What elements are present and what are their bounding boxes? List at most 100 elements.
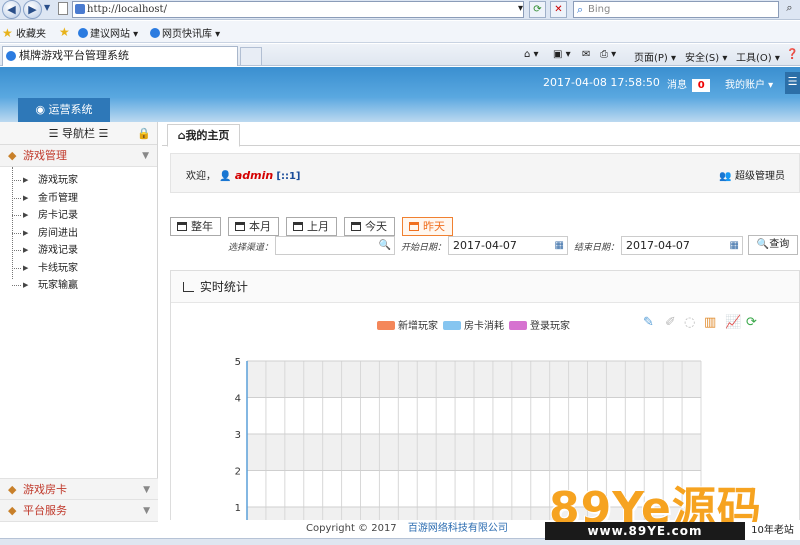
fav-link-suggested[interactable]: 建议网站 ▾ <box>78 25 138 40</box>
ie-icon <box>78 28 88 38</box>
calendar-icon: ▦ <box>554 240 564 251</box>
page-menu[interactable]: 页面(P) ▾ <box>634 49 676 64</box>
sidebar-item-win-loss[interactable]: ▶ 玩家输赢 <box>0 277 157 295</box>
start-date-input[interactable]: 2017-04-07 ▦ <box>448 236 568 255</box>
chevron-down-icon: ▼ <box>143 506 150 516</box>
datetime: 2017-04-08 17:58:50 <box>543 76 660 89</box>
range-today-button[interactable]: 今天 <box>344 217 395 236</box>
messages-button[interactable]: 消息 0 <box>667 76 711 92</box>
range-month-button[interactable]: 本月 <box>228 217 279 236</box>
sidebar-item-players[interactable]: ▶ 游戏玩家 <box>0 172 157 190</box>
caret-right-icon: ▶ <box>23 193 29 202</box>
sidebar-group-platform-services[interactable]: ◆ 平台服务 ▼ <box>0 500 158 522</box>
watermark: 89Ye源码 www.89YE.com 10年老站 <box>545 472 800 545</box>
legend-swatch <box>509 321 527 330</box>
caret-right-icon: ▶ <box>23 263 29 272</box>
range-yesterday-button[interactable]: 昨天 <box>402 217 453 236</box>
range-year-button[interactable]: 整年 <box>170 217 221 236</box>
site-icon <box>75 4 85 14</box>
pencil-icon[interactable]: ✎ <box>643 315 654 330</box>
search-icon: ⌕ <box>577 3 584 16</box>
company-link[interactable]: 百游网络科技有限公司 <box>408 523 508 534</box>
feeds-icon[interactable]: ▣ ▾ <box>553 49 571 60</box>
refresh-icon[interactable]: ⟳ <box>529 1 546 18</box>
sidebar-item-stuck-players[interactable]: ▶ 卡线玩家 <box>0 260 157 278</box>
lock-icon[interactable]: 🔒 <box>137 122 151 145</box>
legend-item-new-players[interactable]: 新增玩家 <box>377 317 438 332</box>
panel-title: 实时统计 <box>199 280 248 294</box>
address-text: http://localhost/ <box>87 4 167 15</box>
sidebar-header: ☰ 导航栏 ☰ 🔒 <box>0 122 157 145</box>
sidebar-item-game-records[interactable]: ▶ 游戏记录 <box>0 242 157 260</box>
favorites-bar: ★ 收藏夹 ★ 建议网站 ▾ 网页快讯库 ▾ <box>0 21 800 43</box>
watermark-url: www.89YE.com <box>545 522 745 540</box>
eraser-icon[interactable]: ✐ <box>665 315 676 330</box>
end-date-input[interactable]: 2017-04-07 ▦ <box>621 236 743 255</box>
tag-icon: ◆ <box>8 504 17 517</box>
line-chart-icon[interactable]: 📈 <box>725 315 741 330</box>
forward-icon[interactable]: ▶ <box>23 0 42 19</box>
print-icon[interactable]: ⎙ ▾ <box>600 49 616 60</box>
browser-tab[interactable]: 棋牌游戏平台管理系统 <box>2 46 238 66</box>
favorites-label: 收藏夹 <box>15 29 46 40</box>
tab-home[interactable]: ⌂我的主页 <box>167 124 240 147</box>
browser-toolbar: ◀ ▶ ▼ http://localhost/ ▾ ⟳ ✕ ⌕ Bing ⌕ <box>0 0 800 20</box>
tag-icon: ◆ <box>8 149 17 162</box>
address-dropdown-icon[interactable]: ▾ <box>512 1 529 18</box>
caret-right-icon: ▶ <box>23 228 29 237</box>
y-tick-label: 1 <box>235 503 241 514</box>
search-input[interactable]: ⌕ Bing <box>573 1 779 18</box>
sidebar-item-card-records[interactable]: ▶ 房卡记录 <box>0 207 157 225</box>
fav-link-webslice[interactable]: 网页快讯库 ▾ <box>150 25 220 40</box>
system-tab[interactable]: ◉ 运营系统 <box>18 98 110 122</box>
users-icon: 👥 <box>719 171 732 182</box>
help-icon[interactable]: ❓ <box>786 49 798 60</box>
mail-icon[interactable]: ✉ <box>582 49 590 60</box>
star-icon: ★ <box>2 26 13 40</box>
user-icon: 👤 <box>219 171 232 182</box>
list-icon: ☰ <box>48 127 59 140</box>
stop-icon[interactable]: ✕ <box>550 1 567 18</box>
refresh-icon[interactable]: ⟳ <box>746 315 757 330</box>
account-menu[interactable]: 我的账户 ▾ <box>725 76 773 91</box>
safety-menu[interactable]: 安全(S) ▾ <box>685 49 727 64</box>
search-icon: 🔍 <box>756 239 770 250</box>
back-icon[interactable]: ◀ <box>2 0 21 19</box>
channel-label: 选择渠道： <box>228 243 274 253</box>
channel-input[interactable]: 🔍 <box>275 236 395 255</box>
app-header: 2017-04-08 17:58:50 消息 0 我的账户 ▾ ☰ ◉ 运营系统 <box>0 67 800 122</box>
sidebar-group-game-management[interactable]: ◆ 游戏管理 ▼ <box>0 145 157 167</box>
history-dropdown-icon[interactable]: ▼ <box>44 3 50 12</box>
query-button[interactable]: 🔍查询 <box>748 235 798 255</box>
address-bar[interactable]: http://localhost/ <box>72 1 524 18</box>
home-icon[interactable]: ⌂ ▾ <box>524 49 539 60</box>
bar-chart-icon[interactable]: ▥ <box>704 315 716 330</box>
main-tab-bar: ⌂我的主页 <box>162 122 800 147</box>
legend-swatch <box>443 321 461 330</box>
add-favorite-icon[interactable]: ★ <box>59 25 70 39</box>
menu-icon[interactable]: ☰ <box>785 72 800 94</box>
calendar-icon <box>177 222 187 231</box>
tag-icon: ◆ <box>8 483 17 496</box>
search-go-icon[interactable]: ⌕ <box>780 1 799 18</box>
sidebar-items: ▶ 游戏玩家 ▶ 金币管理 ▶ 房卡记录 ▶ 房间进出 ▶ 游戏记录 ▶ 卡线玩家 ▶ 玩家输… <box>0 167 157 295</box>
data-view-icon[interactable]: ◌ <box>684 315 695 330</box>
sidebar-bottom-groups: ◆ 游戏房卡 ▼ ◆ 平台服务 ▼ <box>0 478 158 522</box>
calendar-icon: ▦ <box>729 240 739 251</box>
legend-item-login-players[interactable]: 登录玩家 <box>509 317 570 332</box>
caret-right-icon: ▶ <box>23 281 29 289</box>
sidebar-item-room-access[interactable]: ▶ 房间进出 <box>0 225 157 243</box>
range-last-month-button[interactable]: 上月 <box>286 217 337 236</box>
copyright: Copyright © 2017 <box>306 523 397 534</box>
new-tab-button[interactable] <box>240 47 262 65</box>
role-label: 👥 超级管理员 <box>719 171 785 182</box>
calendar-icon <box>409 222 419 231</box>
sidebar-item-gold[interactable]: ▶ 金币管理 <box>0 190 157 208</box>
sidebar-group-room-cards[interactable]: ◆ 游戏房卡 ▼ <box>0 478 158 500</box>
favorites-button[interactable]: ★ 收藏夹 <box>2 25 46 40</box>
welcome-text: 欢迎， 👤 admin [::1] <box>186 169 301 182</box>
message-count-badge: 0 <box>692 79 711 92</box>
ie-icon <box>6 51 16 61</box>
legend-item-card-usage[interactable]: 房卡消耗 <box>443 317 504 332</box>
tools-menu[interactable]: 工具(O) ▾ <box>736 49 780 64</box>
